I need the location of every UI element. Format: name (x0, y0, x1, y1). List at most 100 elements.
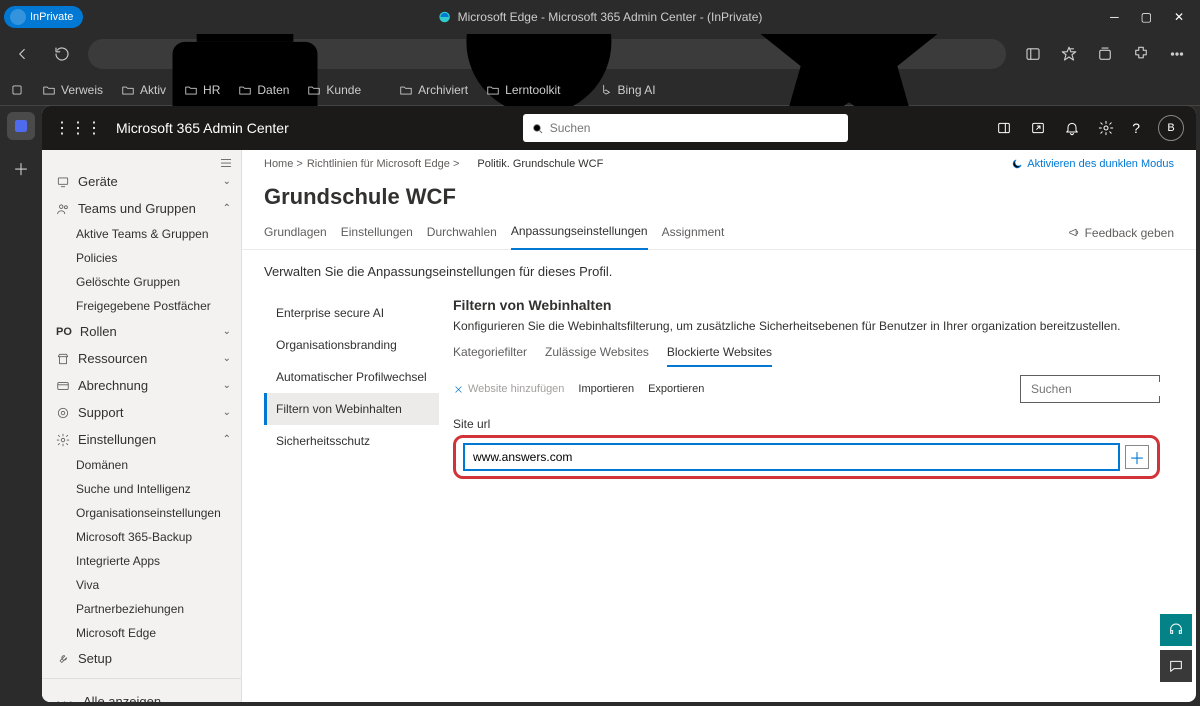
tab-assignment[interactable]: Assignment (662, 217, 725, 249)
window-controls: ─ ▢ ✕ (1110, 10, 1196, 24)
nav-setup[interactable]: Setup (42, 645, 241, 672)
nav-support[interactable]: Support⌄ (42, 399, 241, 426)
folder-icon (399, 83, 413, 97)
feedback-float-button[interactable] (1160, 650, 1192, 682)
inprivate-badge[interactable]: InPrivate (4, 6, 83, 28)
pane-desc: Konfigurieren Sie die Webinhaltsfilterun… (453, 319, 1160, 333)
snav-profile[interactable]: Automatischer Profilwechsel (264, 361, 439, 393)
close-button[interactable]: ✕ (1174, 10, 1184, 24)
back-button[interactable] (8, 40, 36, 68)
action-add-site[interactable]: Website hinzufügen (453, 383, 564, 395)
extensions-icon[interactable] (1132, 45, 1150, 63)
page-subtitle: Verwalten Sie die Anpassungseinstellunge… (242, 250, 1196, 287)
ftab-allowed[interactable]: Zulässige Websites (545, 345, 649, 367)
nav-sub-shared[interactable]: Freigegebene Postfächer (42, 294, 241, 318)
refresh-button[interactable] (48, 40, 76, 68)
crumb-policies[interactable]: Richtlinien für Microsoft Edge > (307, 158, 460, 170)
filter-search-input[interactable] (1031, 382, 1186, 396)
feedback-link[interactable]: Feedback geben (1068, 226, 1174, 240)
page-title: Grundschule WCF (242, 170, 1196, 216)
nav-sub-domains[interactable]: Domänen (42, 453, 241, 477)
ftab-category[interactable]: Kategoriefilter (453, 345, 527, 367)
site-url-label: Site url (453, 417, 1160, 431)
nav-show-all[interactable]: ···Alle anzeigen (42, 688, 241, 702)
snav-ai[interactable]: Enterprise secure AI (264, 297, 439, 329)
nav-sub-backup[interactable]: Microsoft 365-Backup (42, 525, 241, 549)
action-export[interactable]: Exportieren (648, 383, 704, 395)
fav-item[interactable]: Kunde (307, 83, 361, 97)
nav-sub-edge[interactable]: Microsoft Edge (42, 621, 241, 645)
megaphone-icon (1068, 226, 1081, 239)
snav-security[interactable]: Sicherheitsschutz (264, 425, 439, 457)
launch-icon[interactable] (1030, 120, 1046, 136)
maximize-button[interactable]: ▢ (1141, 10, 1152, 24)
tab-extensions[interactable]: Durchwahlen (427, 217, 497, 249)
menu-icon[interactable] (1168, 45, 1186, 63)
nav-sub-org[interactable]: Organisationseinstellungen (42, 501, 241, 525)
gear-icon[interactable] (1098, 120, 1114, 136)
nav-teams[interactable]: Teams und Gruppen⌃ (42, 195, 241, 222)
site-url-input[interactable] (464, 444, 1119, 470)
app-icon (12, 117, 30, 135)
nav-billing[interactable]: Abrechnung⌄ (42, 372, 241, 399)
folder-icon (238, 83, 252, 97)
nav-sub-viva[interactable]: Viva (42, 573, 241, 597)
user-avatar[interactable]: B (1158, 115, 1184, 141)
fav-item[interactable]: Archiviert (399, 83, 468, 97)
bing-ai-link[interactable]: Bing AI (599, 83, 656, 97)
add-site-button[interactable]: ＋ (1125, 445, 1149, 469)
breadcrumb: Home > Richtlinien für Microsoft Edge > … (242, 150, 1196, 170)
action-import[interactable]: Importieren (578, 383, 634, 395)
fav-item[interactable]: Aktiv (121, 83, 166, 97)
folder-icon (184, 83, 198, 97)
vertical-rail: ＋ (0, 106, 42, 706)
fav-item[interactable]: Daten (238, 83, 289, 97)
favorites-icon[interactable] (1060, 45, 1078, 63)
nav-sub-search[interactable]: Suche und Intelligenz (42, 477, 241, 501)
nav-roles[interactable]: PORollen⌄ (42, 318, 241, 345)
tab-actions-icon[interactable] (10, 83, 24, 97)
settings-nav: Enterprise secure AI Organisationsbrandi… (264, 297, 439, 692)
nav-settings[interactable]: Einstellungen⌃ (42, 426, 241, 453)
nav-sub-partner[interactable]: Partnerbeziehungen (42, 597, 241, 621)
app-search-input[interactable] (550, 121, 840, 135)
sidebar-icon[interactable] (1024, 45, 1042, 63)
rail-add-button[interactable]: ＋ (7, 154, 35, 182)
address-bar[interactable]: admin.microsoft.com/#/Edge/PolicyConfigu… (88, 39, 1006, 69)
filter-search[interactable] (1020, 375, 1160, 403)
ftab-blocked[interactable]: Blockierte Websites (667, 345, 772, 367)
main-content: Home > Richtlinien für Microsoft Edge > … (242, 150, 1196, 702)
tab-settings[interactable]: Einstellungen (341, 217, 413, 249)
close-icon (453, 384, 464, 395)
rail-app-button[interactable] (7, 112, 35, 140)
crumb-home[interactable]: Home > (264, 158, 303, 170)
dark-mode-toggle[interactable]: Aktivieren des dunklen Modus (1011, 158, 1174, 170)
app-search[interactable] (523, 114, 848, 142)
help-icon[interactable]: ? (1132, 120, 1140, 136)
help-float-button[interactable] (1160, 614, 1192, 646)
crumb-current: Politik. Grundschule WCF (477, 158, 603, 170)
nav-devices[interactable]: Geräte⌄ (42, 168, 241, 195)
window-title: Microsoft Edge - Microsoft 365 Admin Cen… (438, 10, 763, 24)
tab-basics[interactable]: Grundlagen (264, 217, 327, 249)
minimize-button[interactable]: ─ (1110, 10, 1119, 24)
nav-sub-policies[interactable]: Policies (42, 246, 241, 270)
folder-icon (486, 83, 500, 97)
snav-filter[interactable]: Filtern von Webinhalten (264, 393, 439, 425)
titlebar: InPrivate Microsoft Edge - Microsoft 365… (0, 0, 1200, 34)
app-launcher-icon[interactable]: ⋮⋮⋮ (54, 118, 102, 138)
fav-item[interactable]: Lerntoolkit (486, 83, 560, 97)
collections-icon[interactable] (1096, 45, 1114, 63)
nav-sub-deleted[interactable]: Gelöschte Gruppen (42, 270, 241, 294)
nav-sub-active-teams[interactable]: Aktive Teams & Gruppen (42, 222, 241, 246)
bell-icon[interactable] (1064, 120, 1080, 136)
fav-item[interactable]: HR (184, 83, 220, 97)
fav-item[interactable]: Verweis (42, 83, 103, 97)
tab-customization[interactable]: Anpassungseinstellungen (511, 216, 648, 250)
nav-resources[interactable]: Ressourcen⌄ (42, 345, 241, 372)
snav-branding[interactable]: Organisationsbranding (264, 329, 439, 361)
gear-icon (56, 433, 70, 447)
nav-sub-apps[interactable]: Integrierte Apps (42, 549, 241, 573)
panel-icon[interactable] (996, 120, 1012, 136)
site-url-row: ＋ (453, 435, 1160, 479)
